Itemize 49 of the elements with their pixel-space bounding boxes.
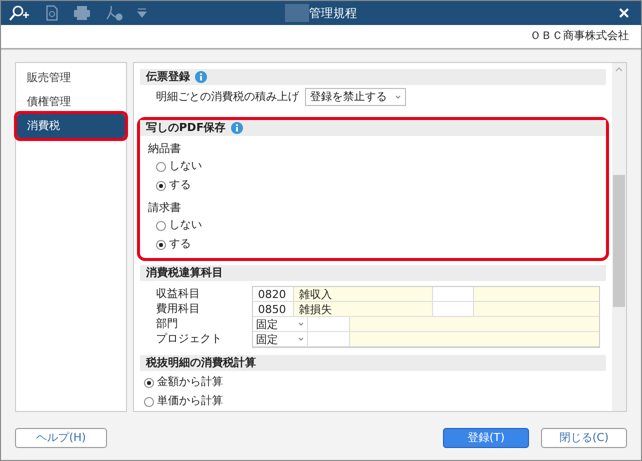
scrollbar[interactable] [612,63,626,411]
printer-icon[interactable] [73,5,91,21]
radio-label: 単価から計算 [157,393,223,410]
field-label: 明細ごとの消費税の積み上げ [156,88,299,105]
scrollbar-thumb[interactable] [613,175,625,307]
name-field: 雑収入 [294,287,433,301]
sidebar-item[interactable]: 消費税 [17,114,125,138]
info-icon[interactable] [195,71,207,83]
radio-button[interactable] [144,396,154,406]
field-label: 部門 [156,316,179,331]
dropdown[interactable]: 登録を禁止する [305,88,406,106]
close-button[interactable]: 閉じる(C) [541,428,627,448]
field-label: プロジェクト [156,331,223,346]
field-label: 収益科目 [156,286,201,301]
radio-label: しない [169,158,202,174]
info-icon[interactable] [230,122,243,134]
preview-icon[interactable] [45,5,59,21]
section-title: 伝票登録 [146,68,190,85]
section-title: 写しのPDF保存 [146,120,226,136]
section-title: 消費税違算科目 [146,264,223,281]
radio-label: する [169,177,191,194]
group-label: 請求書 [148,200,182,216]
radio-button[interactable] [156,180,166,190]
help-button[interactable]: ヘルプ(H) [15,428,107,448]
section-title: 税抜明細の消費税計算 [146,354,256,371]
chevron-icon [298,337,304,341]
window-title: 管理規程 [309,5,357,22]
zoom-in-icon[interactable] [9,5,31,21]
radio-button[interactable] [144,378,154,388]
dropdown-icon[interactable] [137,8,147,18]
chevron-icon [298,322,304,326]
pdf-check-icon[interactable] [105,5,123,21]
radio-button[interactable] [156,162,166,172]
name-field: 雑損失 [294,302,433,316]
register-button[interactable]: 登録(T) [443,428,529,448]
radio-label: 金額から計算 [157,374,223,390]
redaction-block [285,4,309,22]
sidebar-item[interactable]: 債権管理 [17,90,125,114]
radio-button[interactable] [156,220,166,230]
company-name: ＯＢＣ商事株式会社 [530,28,629,44]
radio-label: する [169,236,191,252]
radio-button[interactable] [156,240,166,250]
sidebar-item[interactable]: 販売管理 [17,66,125,90]
field-label: 費用科目 [156,301,201,316]
group-label: 納品書 [148,141,182,157]
scroll-up-icon[interactable] [615,67,623,72]
radio-label: しない [169,217,202,234]
close-icon[interactable] [619,8,629,18]
chevron-icon [395,95,401,99]
